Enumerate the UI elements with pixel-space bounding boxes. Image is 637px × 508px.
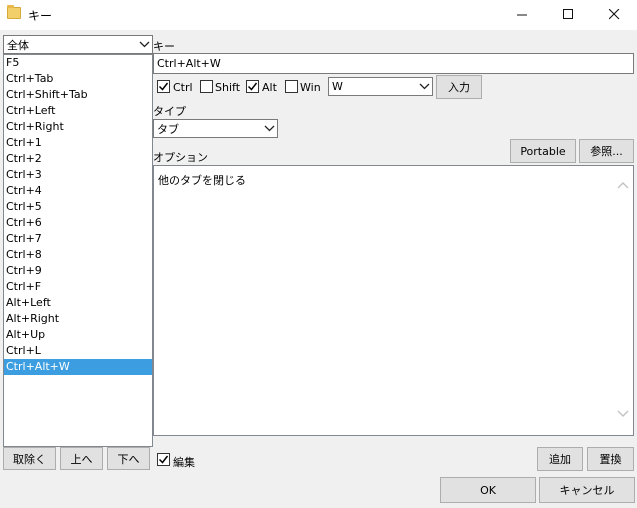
checkmark-icon [158, 455, 169, 464]
options-text: 他のタブを閉じる [158, 174, 246, 187]
browse-button[interactable]: 参照... [579, 139, 634, 163]
list-item[interactable]: Ctrl+4 [4, 183, 152, 199]
list-item[interactable]: Ctrl+5 [4, 199, 152, 215]
filter-dropdown-value: 全体 [7, 38, 29, 52]
alt-label: Alt [262, 81, 277, 94]
chevron-down-icon [261, 120, 277, 137]
list-item[interactable]: Ctrl+Left [4, 103, 152, 119]
shift-checkbox[interactable] [200, 80, 213, 93]
options-textarea[interactable]: 他のタブを閉じる [153, 165, 634, 436]
minimize-icon [516, 14, 527, 15]
list-item[interactable]: Ctrl+L [4, 343, 152, 359]
input-button[interactable]: 入力 [436, 75, 482, 99]
cancel-button[interactable]: キャンセル [539, 477, 635, 503]
type-dropdown-value: タブ [157, 122, 179, 136]
list-item[interactable]: Ctrl+9 [4, 263, 152, 279]
close-button[interactable] [591, 0, 637, 28]
shift-label: Shift [215, 81, 241, 94]
options-label: オプション [153, 151, 208, 164]
delete-button[interactable]: 取除く [3, 447, 56, 470]
list-item[interactable]: Ctrl+Right [4, 119, 152, 135]
list-item[interactable]: Ctrl+Tab [4, 71, 152, 87]
type-label: タイプ [153, 105, 186, 118]
edit-label: 編集 [173, 456, 195, 469]
win-label: Win [300, 81, 321, 94]
folder-icon [7, 5, 21, 19]
add-button[interactable]: 追加 [537, 447, 583, 471]
alt-checkbox[interactable] [246, 80, 259, 93]
move-down-button[interactable]: 下へ [107, 447, 150, 470]
list-item[interactable]: Ctrl+8 [4, 247, 152, 263]
maximize-button[interactable] [545, 0, 591, 28]
list-item[interactable]: Ctrl+7 [4, 231, 152, 247]
key-label: キー [153, 40, 175, 53]
list-item[interactable]: Alt+Up [4, 327, 152, 343]
list-item[interactable]: F5 [4, 55, 152, 71]
move-up-button[interactable]: 上へ [60, 447, 103, 470]
list-item[interactable]: Ctrl+Alt+W [4, 359, 152, 375]
window-title: キー [28, 9, 53, 23]
key-select-value: W [332, 80, 343, 93]
portable-button[interactable]: Portable [510, 139, 576, 163]
list-item[interactable]: Alt+Left [4, 295, 152, 311]
maximize-icon [562, 8, 573, 19]
minimize-button[interactable] [499, 0, 545, 28]
chevron-down-icon [136, 36, 152, 53]
scroll-down-icon[interactable] [617, 409, 629, 419]
ctrl-label: Ctrl [173, 81, 193, 94]
scroll-up-icon[interactable] [617, 180, 629, 190]
key-select[interactable]: W [328, 77, 433, 96]
key-field[interactable]: Ctrl+Alt+W [153, 53, 634, 74]
chevron-down-icon [416, 78, 432, 95]
list-item[interactable]: Ctrl+F [4, 279, 152, 295]
checkmark-icon [158, 82, 169, 91]
list-item[interactable]: Ctrl+3 [4, 167, 152, 183]
filter-dropdown[interactable]: 全体 [3, 35, 153, 54]
win-checkbox[interactable] [285, 80, 298, 93]
list-item[interactable]: Ctrl+6 [4, 215, 152, 231]
list-item[interactable]: Ctrl+2 [4, 151, 152, 167]
ctrl-checkbox[interactable] [157, 80, 170, 93]
checkmark-icon [247, 82, 258, 91]
list-item[interactable]: Ctrl+1 [4, 135, 152, 151]
close-icon [608, 8, 619, 19]
replace-button[interactable]: 置換 [587, 447, 634, 471]
list-item[interactable]: Ctrl+Shift+Tab [4, 87, 152, 103]
list-item[interactable]: Alt+Right [4, 311, 152, 327]
type-dropdown[interactable]: タブ [153, 119, 278, 138]
ok-button[interactable]: OK [440, 477, 536, 503]
edit-checkbox[interactable] [157, 453, 170, 466]
key-list[interactable]: F5 Ctrl+Tab Ctrl+Shift+Tab Ctrl+Left Ctrl+Ri… [3, 54, 153, 447]
key-field-value: Ctrl+Alt+W [157, 57, 221, 70]
